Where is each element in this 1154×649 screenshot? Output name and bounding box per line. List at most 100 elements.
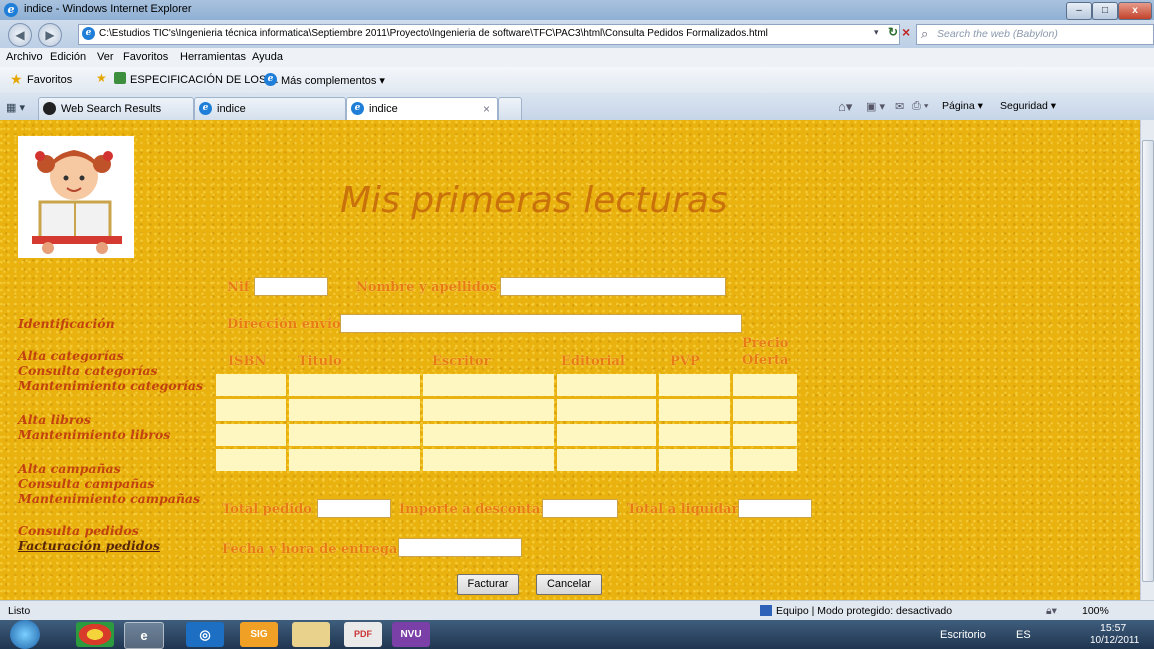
table-cell[interactable] (733, 449, 797, 471)
table-cell[interactable] (423, 449, 554, 471)
nif-field[interactable] (254, 277, 328, 296)
delivery-date-field[interactable] (398, 538, 522, 557)
menu-edicion[interactable]: Edición (50, 51, 86, 63)
favorites-bar: ★ Favoritos ★ ESPECIFICACIÓN DE LOS ... … (0, 67, 1154, 93)
table-cell[interactable] (289, 449, 420, 471)
address-input[interactable]: e C:\Estudios TIC's\Ingenieria técnica i… (78, 24, 900, 45)
tab-indice-2[interactable]: e indice × (346, 97, 498, 120)
folder-icon[interactable] (292, 622, 330, 647)
table-cell[interactable] (659, 424, 730, 446)
table-cell[interactable] (289, 424, 420, 446)
menu-ayuda[interactable]: Ayuda (252, 51, 283, 63)
table-cell[interactable] (289, 374, 420, 396)
importe-field[interactable] (542, 499, 618, 518)
menu-favoritos[interactable]: Favoritos (123, 51, 168, 63)
nvu-icon[interactable]: NVU (392, 622, 430, 647)
language-indicator[interactable]: ES (1016, 629, 1031, 641)
mail-icon[interactable]: ✉ (895, 100, 904, 113)
tab-web-search[interactable]: Web Search Results (38, 97, 194, 120)
sidebar-item-mantenimiento-campanas[interactable]: Mantenimiento campañas (18, 491, 200, 506)
facturar-button[interactable]: Facturar (457, 574, 519, 595)
address-field[interactable] (340, 314, 742, 333)
sidebar-item-facturacion-pedidos[interactable]: Facturación pedidos (18, 538, 160, 553)
security-zone: Equipo | Modo protegido: desactivado (776, 605, 953, 617)
dropdown-icon[interactable]: ▾ (874, 27, 879, 38)
back-button[interactable]: ◀ (8, 23, 32, 47)
menu-herramientas[interactable]: Herramientas (180, 51, 246, 63)
app-icon[interactable]: ◎ (186, 622, 224, 647)
table-cell[interactable] (557, 374, 656, 396)
refresh-icon[interactable]: ↻ (888, 25, 898, 39)
new-tab-button[interactable] (498, 97, 522, 120)
total-liquidar-field[interactable] (738, 499, 812, 518)
table-cell[interactable] (557, 449, 656, 471)
name-field[interactable] (500, 277, 726, 296)
page-content: Mis primeras lecturas Nif Nombre y apell… (0, 120, 1140, 600)
delivery-date-label: Fecha y hora de entrega (222, 542, 398, 557)
search-input[interactable]: ⌕ Search the web (Babylon) (916, 24, 1154, 45)
site-icon (114, 72, 126, 84)
tab-indice-1[interactable]: e indice (194, 97, 346, 120)
stop-icon[interactable]: × (902, 24, 910, 40)
table-cell[interactable] (216, 424, 286, 446)
table-cell[interactable] (557, 399, 656, 421)
favorite-especificacion[interactable]: ESPECIFICACIÓN DE LOS ... (130, 74, 279, 86)
table-cell[interactable] (733, 399, 797, 421)
table-cell[interactable] (216, 449, 286, 471)
search-placeholder: Search the web (Babylon) (937, 28, 1058, 40)
sidebar-item-mantenimiento-libros[interactable]: Mantenimiento libros (18, 427, 170, 442)
table-cell[interactable] (423, 374, 554, 396)
more-addons-link[interactable]: Más complementos ▾ (281, 74, 385, 87)
table-cell[interactable] (733, 374, 797, 396)
girl-reading-icon (32, 150, 122, 254)
maximize-button[interactable]: □ (1092, 2, 1118, 20)
quick-tabs-icon[interactable]: ▦ ▾ (6, 101, 25, 114)
sidebar-item-mantenimiento-categorias[interactable]: Mantenimiento categorías (18, 378, 203, 393)
privacy-icon[interactable]: 🔒︎▾ (1046, 605, 1057, 618)
table-cell[interactable] (216, 374, 286, 396)
table-cell[interactable] (659, 449, 730, 471)
home-icon[interactable]: ⌂▾ (838, 99, 852, 115)
table-cell[interactable] (557, 424, 656, 446)
add-favorite-icon[interactable]: ★ (96, 71, 107, 85)
sidebar-item-consulta-categorias[interactable]: Consulta categorías (18, 363, 157, 378)
sidebar-item-alta-categorias[interactable]: Alta categorías (18, 348, 124, 363)
start-button[interactable] (10, 620, 40, 649)
close-button[interactable]: x (1118, 2, 1152, 20)
table-cell[interactable] (423, 424, 554, 446)
clock-date[interactable]: 10/12/2011 (1090, 635, 1139, 646)
sidebar-item-alta-libros[interactable]: Alta libros (18, 412, 91, 427)
pdf-icon[interactable]: PDF (344, 622, 382, 647)
favorites-button[interactable]: Favoritos (27, 74, 72, 86)
table-cell[interactable] (659, 374, 730, 396)
feeds-icon[interactable]: ▣ ▾ (866, 100, 885, 113)
cancelar-button[interactable]: Cancelar (536, 574, 602, 595)
security-menu[interactable]: Seguridad ▾ (1000, 100, 1056, 112)
table-cell[interactable] (289, 399, 420, 421)
ie-taskbar-icon[interactable]: e (124, 622, 164, 649)
table-cell[interactable] (733, 424, 797, 446)
minimize-button[interactable]: – (1066, 2, 1092, 20)
desktop-toolbar[interactable]: Escritorio (940, 629, 986, 641)
chrome-icon[interactable] (76, 622, 114, 647)
forward-button[interactable]: ▶ (38, 23, 62, 47)
sidebar-item-consulta-campanas[interactable]: Consulta campañas (18, 476, 154, 491)
table-cell[interactable] (216, 399, 286, 421)
menu-archivo[interactable]: Archivo (6, 51, 43, 63)
scrollbar-thumb[interactable] (1142, 140, 1154, 582)
page-menu[interactable]: Página ▾ (942, 100, 983, 112)
table-cell[interactable] (659, 399, 730, 421)
total-pedido-field[interactable] (317, 499, 391, 518)
sidebar-item-consulta-pedidos[interactable]: Consulta pedidos (18, 523, 139, 538)
close-tab-icon[interactable]: × (483, 102, 490, 116)
sidebar-item-alta-campanas[interactable]: Alta campañas (18, 461, 121, 476)
sidebar-item-identificacion[interactable]: Identificación (18, 316, 115, 331)
menu-ver[interactable]: Ver (97, 51, 114, 63)
zoom-level[interactable]: 100% (1082, 605, 1109, 617)
order-lines-table (213, 371, 800, 474)
clock-time[interactable]: 15:57 (1100, 622, 1126, 634)
table-cell[interactable] (423, 399, 554, 421)
tab-label: Web Search Results (61, 103, 162, 115)
sig-icon[interactable]: SIG (240, 622, 278, 647)
print-icon[interactable]: ⎙ ▾ (912, 100, 928, 113)
